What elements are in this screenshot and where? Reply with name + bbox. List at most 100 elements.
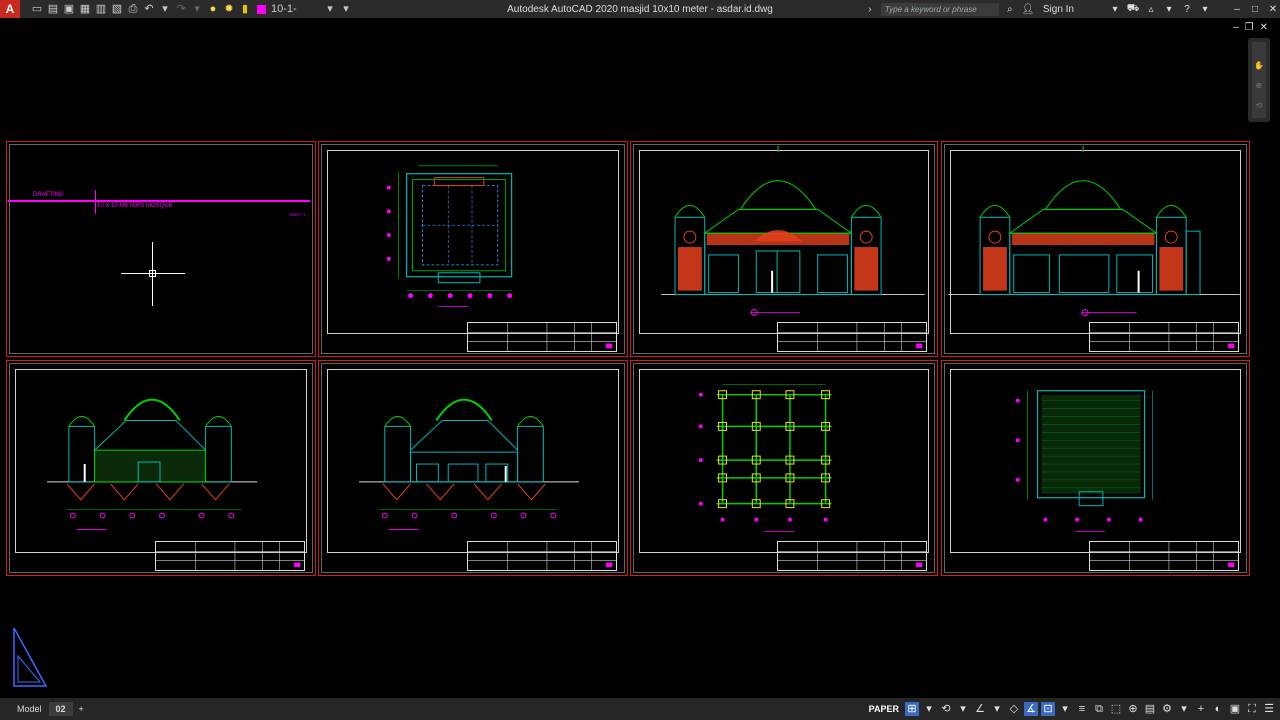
plot-icon[interactable]: ⎙ xyxy=(126,2,140,16)
title-block xyxy=(777,541,927,571)
help-dropdown-icon[interactable]: ▾ xyxy=(1198,4,1212,15)
title-block xyxy=(1089,541,1239,571)
svg-text:⟲: ⟲ xyxy=(1256,101,1263,110)
title-block-grid xyxy=(468,542,616,570)
a360-dropdown-icon[interactable]: ▾ xyxy=(1162,4,1176,15)
quick-access-toolbar: ▭ ▤ ▣ ▦ ▥ ▧ ⎙ ↶ ▾ ↷ ▾ ● ✹ ▮ 10-1-notati … xyxy=(30,2,353,29)
sheet1-magenta-tick xyxy=(95,190,96,214)
tab-layout-02[interactable]: 02 xyxy=(48,702,73,716)
search-input[interactable]: Type a keyword or phrase xyxy=(880,2,999,16)
layer-dropdown-icon[interactable]: ▾ xyxy=(323,2,337,16)
sign-in-dropdown-icon[interactable]: ▾ xyxy=(1108,4,1122,15)
layout-sheet-foundation-plan[interactable] xyxy=(630,360,938,576)
crosshair-pickbox xyxy=(149,270,156,277)
clean-screen-icon[interactable]: ⛶ xyxy=(1245,702,1259,716)
sun-icon[interactable]: ✹ xyxy=(222,2,236,16)
add-layout-button[interactable]: + xyxy=(73,704,90,714)
svg-text:⊕: ⊕ xyxy=(1256,81,1263,90)
snap-dropdown-icon[interactable]: ▾ xyxy=(922,702,936,716)
layer-color-swatch xyxy=(257,4,266,14)
title-block-grid xyxy=(1090,542,1238,570)
title-block-grid xyxy=(778,323,926,351)
polar-tracking-icon[interactable]: ∠ xyxy=(973,702,987,716)
tab-model[interactable]: Model xyxy=(10,702,49,716)
new-file-icon[interactable]: ▭ xyxy=(30,2,44,16)
ucs-icon xyxy=(13,627,48,687)
save-web-icon[interactable]: ▧ xyxy=(110,2,124,16)
ucs-dropdown-icon[interactable]: ▾ xyxy=(956,702,970,716)
layout-sheet-section-b[interactable] xyxy=(318,360,628,576)
close-icon[interactable]: ✕ xyxy=(1266,4,1280,15)
object-snap-icon[interactable]: ⊡ xyxy=(1041,702,1055,716)
title-block xyxy=(777,322,927,352)
autodesk-app-icon[interactable]: ▵ xyxy=(1144,4,1158,15)
application-menu-button[interactable]: A xyxy=(0,0,20,18)
open-file-icon[interactable]: ▤ xyxy=(46,2,60,16)
title-right-tools: › Type a keyword or phrase ⌕ 👤︎ Sign In … xyxy=(863,0,1280,18)
minimize-icon[interactable]: – xyxy=(1230,4,1244,15)
open-web-icon[interactable]: ▥ xyxy=(94,2,108,16)
title-block-grid xyxy=(1090,323,1238,351)
layout-sheet-front-elevation[interactable] xyxy=(630,141,938,357)
redo-dropdown-icon[interactable]: ▾ xyxy=(190,2,204,16)
settings-dropdown-icon[interactable]: ▾ xyxy=(1177,702,1191,716)
sign-in-button[interactable]: Sign In xyxy=(1043,4,1074,15)
navigation-bar-icon: ✋ ⊕ ⟲ xyxy=(1252,42,1266,118)
status-tools: PAPER ⊞ ▾ ⟲ ▾ ∠ ▾ ◇ ∡ ⊡ ▾ ≡ ⧉ ⬚ ⊕ ▤ ⚙ ▾ … xyxy=(869,698,1276,720)
title-block xyxy=(1089,322,1239,352)
doc-close-icon[interactable]: ✕ xyxy=(1260,22,1268,33)
sheet1-magenta-line xyxy=(8,200,310,202)
transparency-icon[interactable]: ⧉ xyxy=(1092,702,1106,716)
search-expand-icon[interactable]: › xyxy=(863,4,877,15)
isolate-objects-icon[interactable]: ◐ xyxy=(1211,702,1225,716)
title-bar: A ▭ ▤ ▣ ▦ ▥ ▧ ⎙ ↶ ▾ ↷ ▾ ● ✹ ▮ 10-1-notat… xyxy=(0,0,1280,29)
lineweight-icon[interactable]: ≡ xyxy=(1075,702,1089,716)
customization-menu-icon[interactable]: ☰ xyxy=(1262,702,1276,716)
annotation-monitor-icon[interactable]: ⊕ xyxy=(1126,702,1140,716)
status-bar: Model 02 + PAPER ⊞ ▾ ⟲ ▾ ∠ ▾ ◇ ∡ ⊡ ▾ ≡ ⧉… xyxy=(0,698,1280,720)
object-snap-tracking-icon[interactable]: ∡ xyxy=(1024,702,1038,716)
doc-minimize-icon[interactable]: – xyxy=(1233,22,1239,33)
title-block-grid xyxy=(156,542,304,570)
snap-mode-icon[interactable]: ⊞ xyxy=(905,702,919,716)
save-icon[interactable]: ▣ xyxy=(62,2,76,16)
cart-icon[interactable]: ⛟ xyxy=(1126,3,1140,16)
polar-dropdown-icon[interactable]: ▾ xyxy=(990,702,1004,716)
layout-sheet-section-a[interactable] xyxy=(6,360,316,576)
undo-icon[interactable]: ↶ xyxy=(142,2,156,16)
layout-sheet-side-elevation[interactable] xyxy=(941,141,1250,357)
settings-gear-icon[interactable]: ⚙ xyxy=(1160,702,1174,716)
svg-text:✋: ✋ xyxy=(1254,60,1264,70)
lock-icon[interactable]: ▮ xyxy=(238,2,252,16)
lightbulb-icon[interactable]: ● xyxy=(206,2,220,16)
user-icon[interactable]: 👤︎ xyxy=(1021,4,1035,15)
undo-dropdown-icon[interactable]: ▾ xyxy=(158,2,172,16)
document-window-controls: – ❐ ✕ xyxy=(1233,22,1268,33)
add-icon[interactable]: + xyxy=(1194,702,1208,716)
osnap-dropdown-icon[interactable]: ▾ xyxy=(1058,702,1072,716)
dynamic-ucs-icon[interactable]: ⟲ xyxy=(939,702,953,716)
hardware-acceleration-icon[interactable]: ▣ xyxy=(1228,702,1242,716)
navigation-bar[interactable]: ✋ ⊕ ⟲ xyxy=(1248,38,1270,122)
layer-dropdown[interactable]: 10-1-notati xyxy=(271,2,321,29)
selection-cycling-icon[interactable]: ⬚ xyxy=(1109,702,1123,716)
maximize-icon[interactable]: □ xyxy=(1248,4,1262,15)
isometric-drafting-icon[interactable]: ◇ xyxy=(1007,702,1021,716)
quick-properties-icon[interactable]: ▤ xyxy=(1143,702,1157,716)
title-block-grid xyxy=(778,542,926,570)
search-icon[interactable]: ⌕ xyxy=(1003,4,1017,15)
doc-restore-icon[interactable]: ❐ xyxy=(1245,22,1254,33)
help-icon[interactable]: ? xyxy=(1180,4,1194,15)
paper-space-toggle[interactable]: PAPER xyxy=(869,704,899,714)
sheet1-label-mid: 10 X 10 METERS MOSQUE xyxy=(97,203,173,209)
layout-sheet-roof-plan[interactable] xyxy=(941,360,1250,576)
customize-toolbar-icon[interactable]: ▾ xyxy=(339,2,353,16)
title-block xyxy=(467,541,617,571)
layout-sheet-floor-plan[interactable] xyxy=(318,141,628,357)
save-as-icon[interactable]: ▦ xyxy=(78,2,92,16)
drawing-canvas[interactable]: – ❐ ✕ ✋ ⊕ ⟲ DRAFTING 10 X 10 METERS MOSQ… xyxy=(0,18,1280,698)
title-block-grid xyxy=(468,323,616,351)
redo-icon[interactable]: ↷ xyxy=(174,2,188,16)
sheet1-label-left: DRAFTING xyxy=(33,192,64,198)
layout-sheet-1[interactable]: DRAFTING 10 X 10 METERS MOSQUE SHEET 1 xyxy=(6,141,316,357)
